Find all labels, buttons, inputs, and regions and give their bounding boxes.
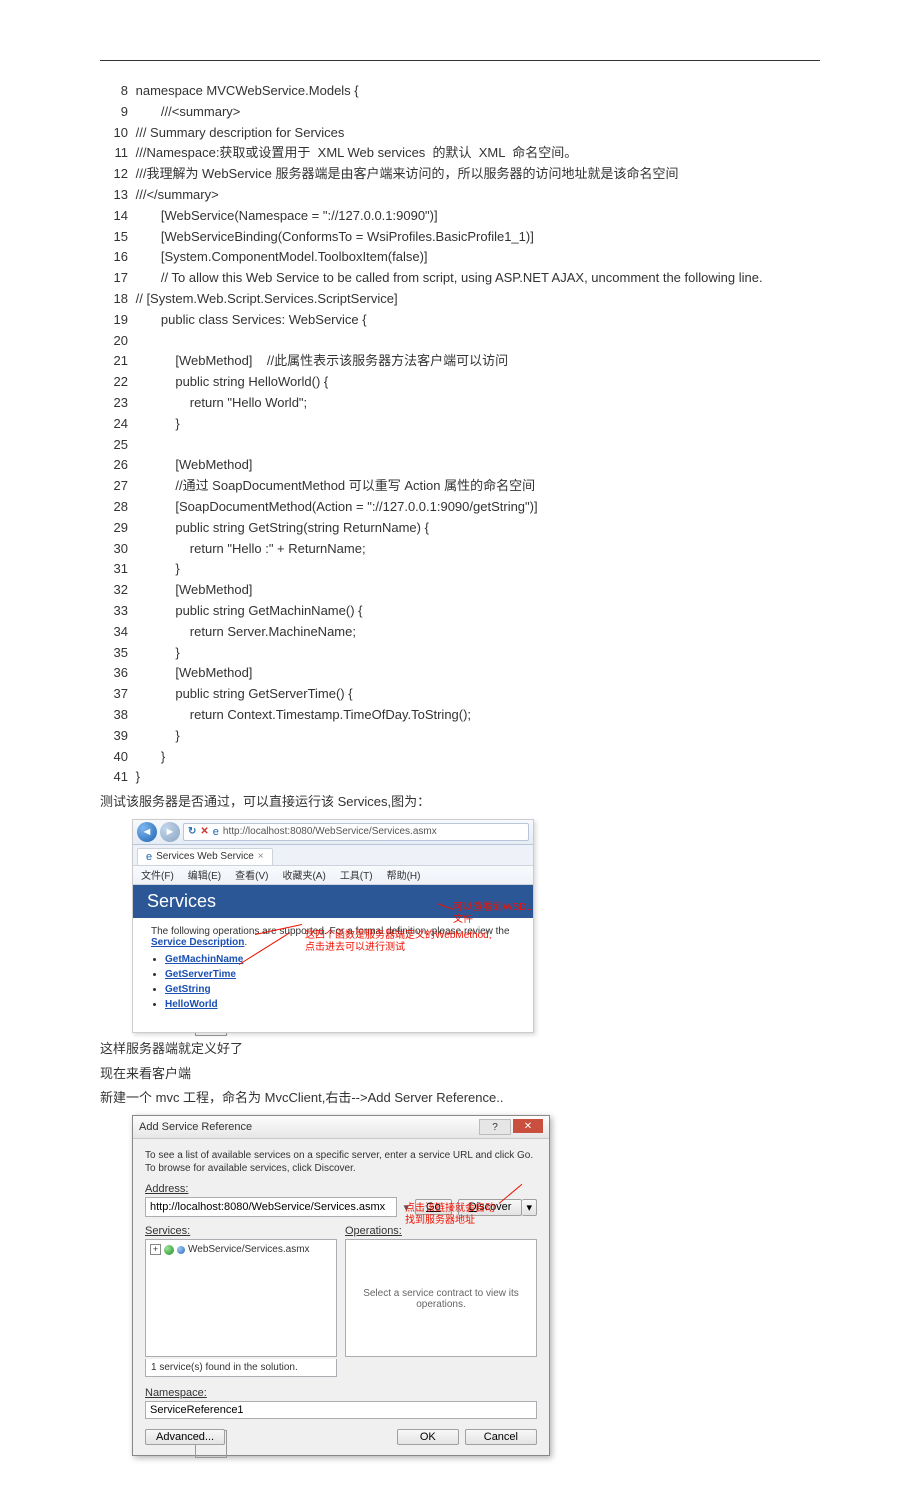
code-line: 21 [WebMethod] //此属性表示该服务器方法客户端可以访问	[100, 351, 820, 372]
code-line: 35 }	[100, 643, 820, 664]
code-line: 25	[100, 435, 820, 456]
code-line: 20	[100, 331, 820, 352]
ok-button[interactable]: OK	[397, 1429, 459, 1445]
code-line: 31 }	[100, 559, 820, 580]
browser-tab[interactable]: e Services Web Service ×	[137, 848, 273, 865]
expand-icon[interactable]: +	[150, 1244, 161, 1255]
forward-icon[interactable]: ►	[160, 822, 180, 842]
services-list[interactable]: + WebService/Services.asmx	[145, 1239, 337, 1357]
go-button[interactable]: Go	[415, 1199, 452, 1215]
operation-item: GetMachinName	[165, 954, 515, 965]
code-line: 33 public string GetMachinName() {	[100, 601, 820, 622]
code-block: 8 namespace MVCWebService.Models {9 ///<…	[100, 81, 820, 788]
menu-item[interactable]: 帮助(H)	[387, 867, 421, 882]
code-line: 16 [System.ComponentModel.ToolboxItem(fa…	[100, 247, 820, 268]
operations-msg: Select a service contract to view its op…	[350, 1288, 532, 1310]
code-line: 9 ///<summary>	[100, 102, 820, 123]
operation-link[interactable]: GetMachinName	[165, 954, 243, 965]
code-line: 17 // To allow this Web Service to be ca…	[100, 268, 820, 289]
code-line: 28 [SoapDocumentMethod(Action = "://127.…	[100, 497, 820, 518]
paragraph-2: 这样服务器端就定义好了	[100, 1039, 820, 1060]
globe-icon	[164, 1245, 174, 1255]
address-input[interactable]	[145, 1197, 397, 1217]
back-icon[interactable]: ◄	[137, 822, 157, 842]
namespace-label: Namespace:	[145, 1387, 537, 1399]
code-line: 22 public string HelloWorld() {	[100, 372, 820, 393]
horizontal-rule	[100, 60, 820, 61]
code-line: 24 }	[100, 414, 820, 435]
menu-item[interactable]: 工具(T)	[340, 867, 373, 882]
code-line: 11 ///Namespace:获取或设置用于 XML Web services…	[100, 143, 820, 164]
code-line: 36 [WebMethod]	[100, 663, 820, 684]
help-icon[interactable]: ?	[479, 1119, 511, 1135]
dialog-hint: To see a list of available services on a…	[145, 1149, 537, 1175]
browser-screenshot: ◄ ► ↻ ✕ e http://localhost:8080/WebServi…	[132, 819, 534, 1033]
code-line: 27 //通过 SoapDocumentMethod 可以重写 Action 属…	[100, 476, 820, 497]
discover-dropdown[interactable]: ▾	[522, 1199, 537, 1216]
operation-item: HelloWorld	[165, 999, 515, 1010]
found-text: 1 service(s) found in the solution.	[145, 1359, 337, 1377]
operations-label: Operations:	[345, 1225, 537, 1237]
tab-favicon: e	[146, 851, 152, 863]
code-line: 38 return Context.Timestamp.TimeOfDay.To…	[100, 705, 820, 726]
code-line: 12 ///我理解为 WebService 服务器端是由客户端来访问的，所以服务…	[100, 164, 820, 185]
add-service-reference-dialog: Add Service Reference ? ✕ To see a list …	[132, 1115, 550, 1456]
code-line: 13 ///</summary>	[100, 185, 820, 206]
stop-icon[interactable]: ✕	[200, 826, 208, 837]
services-label: Services:	[145, 1225, 337, 1237]
world-icon	[177, 1246, 185, 1254]
tree-item[interactable]: + WebService/Services.asmx	[150, 1244, 332, 1255]
code-line: 37 public string GetServerTime() {	[100, 684, 820, 705]
close-icon[interactable]: ✕	[513, 1119, 543, 1133]
address-label: Address:	[145, 1183, 537, 1195]
code-line: 8 namespace MVCWebService.Models {	[100, 81, 820, 102]
cancel-button[interactable]: Cancel	[465, 1429, 537, 1445]
menu-item[interactable]: 编辑(E)	[188, 867, 221, 882]
discover-button[interactable]: Discover	[458, 1199, 523, 1216]
dialog-title: Add Service Reference	[139, 1121, 252, 1133]
operation-item: GetServerTime	[165, 969, 515, 980]
namespace-input[interactable]	[145, 1401, 537, 1419]
code-line: 26 [WebMethod]	[100, 455, 820, 476]
code-line: 40 }	[100, 747, 820, 768]
address-bar[interactable]: ↻ ✕ e http://localhost:8080/WebService/S…	[183, 823, 529, 841]
code-line: 18 // [System.Web.Script.Services.Script…	[100, 289, 820, 310]
intro-text: The following operations are supported. …	[151, 926, 515, 948]
code-line: 41 }	[100, 767, 820, 788]
paragraph-3: 现在来看客户端	[100, 1064, 820, 1085]
service-description-link[interactable]: Service Description	[151, 937, 244, 948]
dropdown-icon[interactable]: ▾	[403, 1201, 409, 1214]
operation-item: GetString	[165, 984, 515, 995]
code-line: 30 return "Hello :" + ReturnName;	[100, 539, 820, 560]
code-line: 19 public class Services: WebService {	[100, 310, 820, 331]
code-line: 10 /// Summary description for Services	[100, 123, 820, 144]
code-line: 23 return "Hello World";	[100, 393, 820, 414]
paragraph-1: 测试该服务器是否通过，可以直接运行该 Services,图为：	[100, 792, 820, 813]
ie-icon: e	[213, 826, 219, 838]
paragraph-4: 新建一个 mvc 工程，命名为 MvcClient,右击-->Add Serve…	[100, 1088, 820, 1109]
code-line: 14 [WebService(Namespace = "://127.0.0.1…	[100, 206, 820, 227]
operations-pane: Select a service contract to view its op…	[345, 1239, 537, 1357]
close-tab-icon[interactable]: ×	[258, 851, 264, 862]
tree-item-label: WebService/Services.asmx	[188, 1244, 310, 1255]
advanced-button[interactable]: Advanced...	[145, 1429, 225, 1445]
tab-title: Services Web Service	[156, 851, 254, 862]
code-line: 32 [WebMethod]	[100, 580, 820, 601]
url-text: http://localhost:8080/WebService/Service…	[223, 826, 437, 837]
operation-link[interactable]: GetString	[165, 984, 211, 995]
code-line: 34 return Server.MachineName;	[100, 622, 820, 643]
operation-link[interactable]: HelloWorld	[165, 999, 218, 1010]
menu-bar: 文件(F) 编辑(E) 查看(V) 收藏夹(A) 工具(T) 帮助(H)	[133, 866, 533, 885]
code-line: 39 }	[100, 726, 820, 747]
services-header: Services	[133, 885, 533, 918]
menu-item[interactable]: 收藏夹(A)	[282, 867, 325, 882]
code-line: 29 public string GetString(string Return…	[100, 518, 820, 539]
menu-item[interactable]: 文件(F)	[141, 867, 174, 882]
menu-item[interactable]: 查看(V)	[235, 867, 268, 882]
operations-list: GetMachinName GetServerTime GetString Hello…	[165, 954, 515, 1010]
reload-icon[interactable]: ↻	[188, 826, 196, 837]
code-line: 15 [WebServiceBinding(ConformsTo = WsiPr…	[100, 227, 820, 248]
operation-link[interactable]: GetServerTime	[165, 969, 236, 980]
